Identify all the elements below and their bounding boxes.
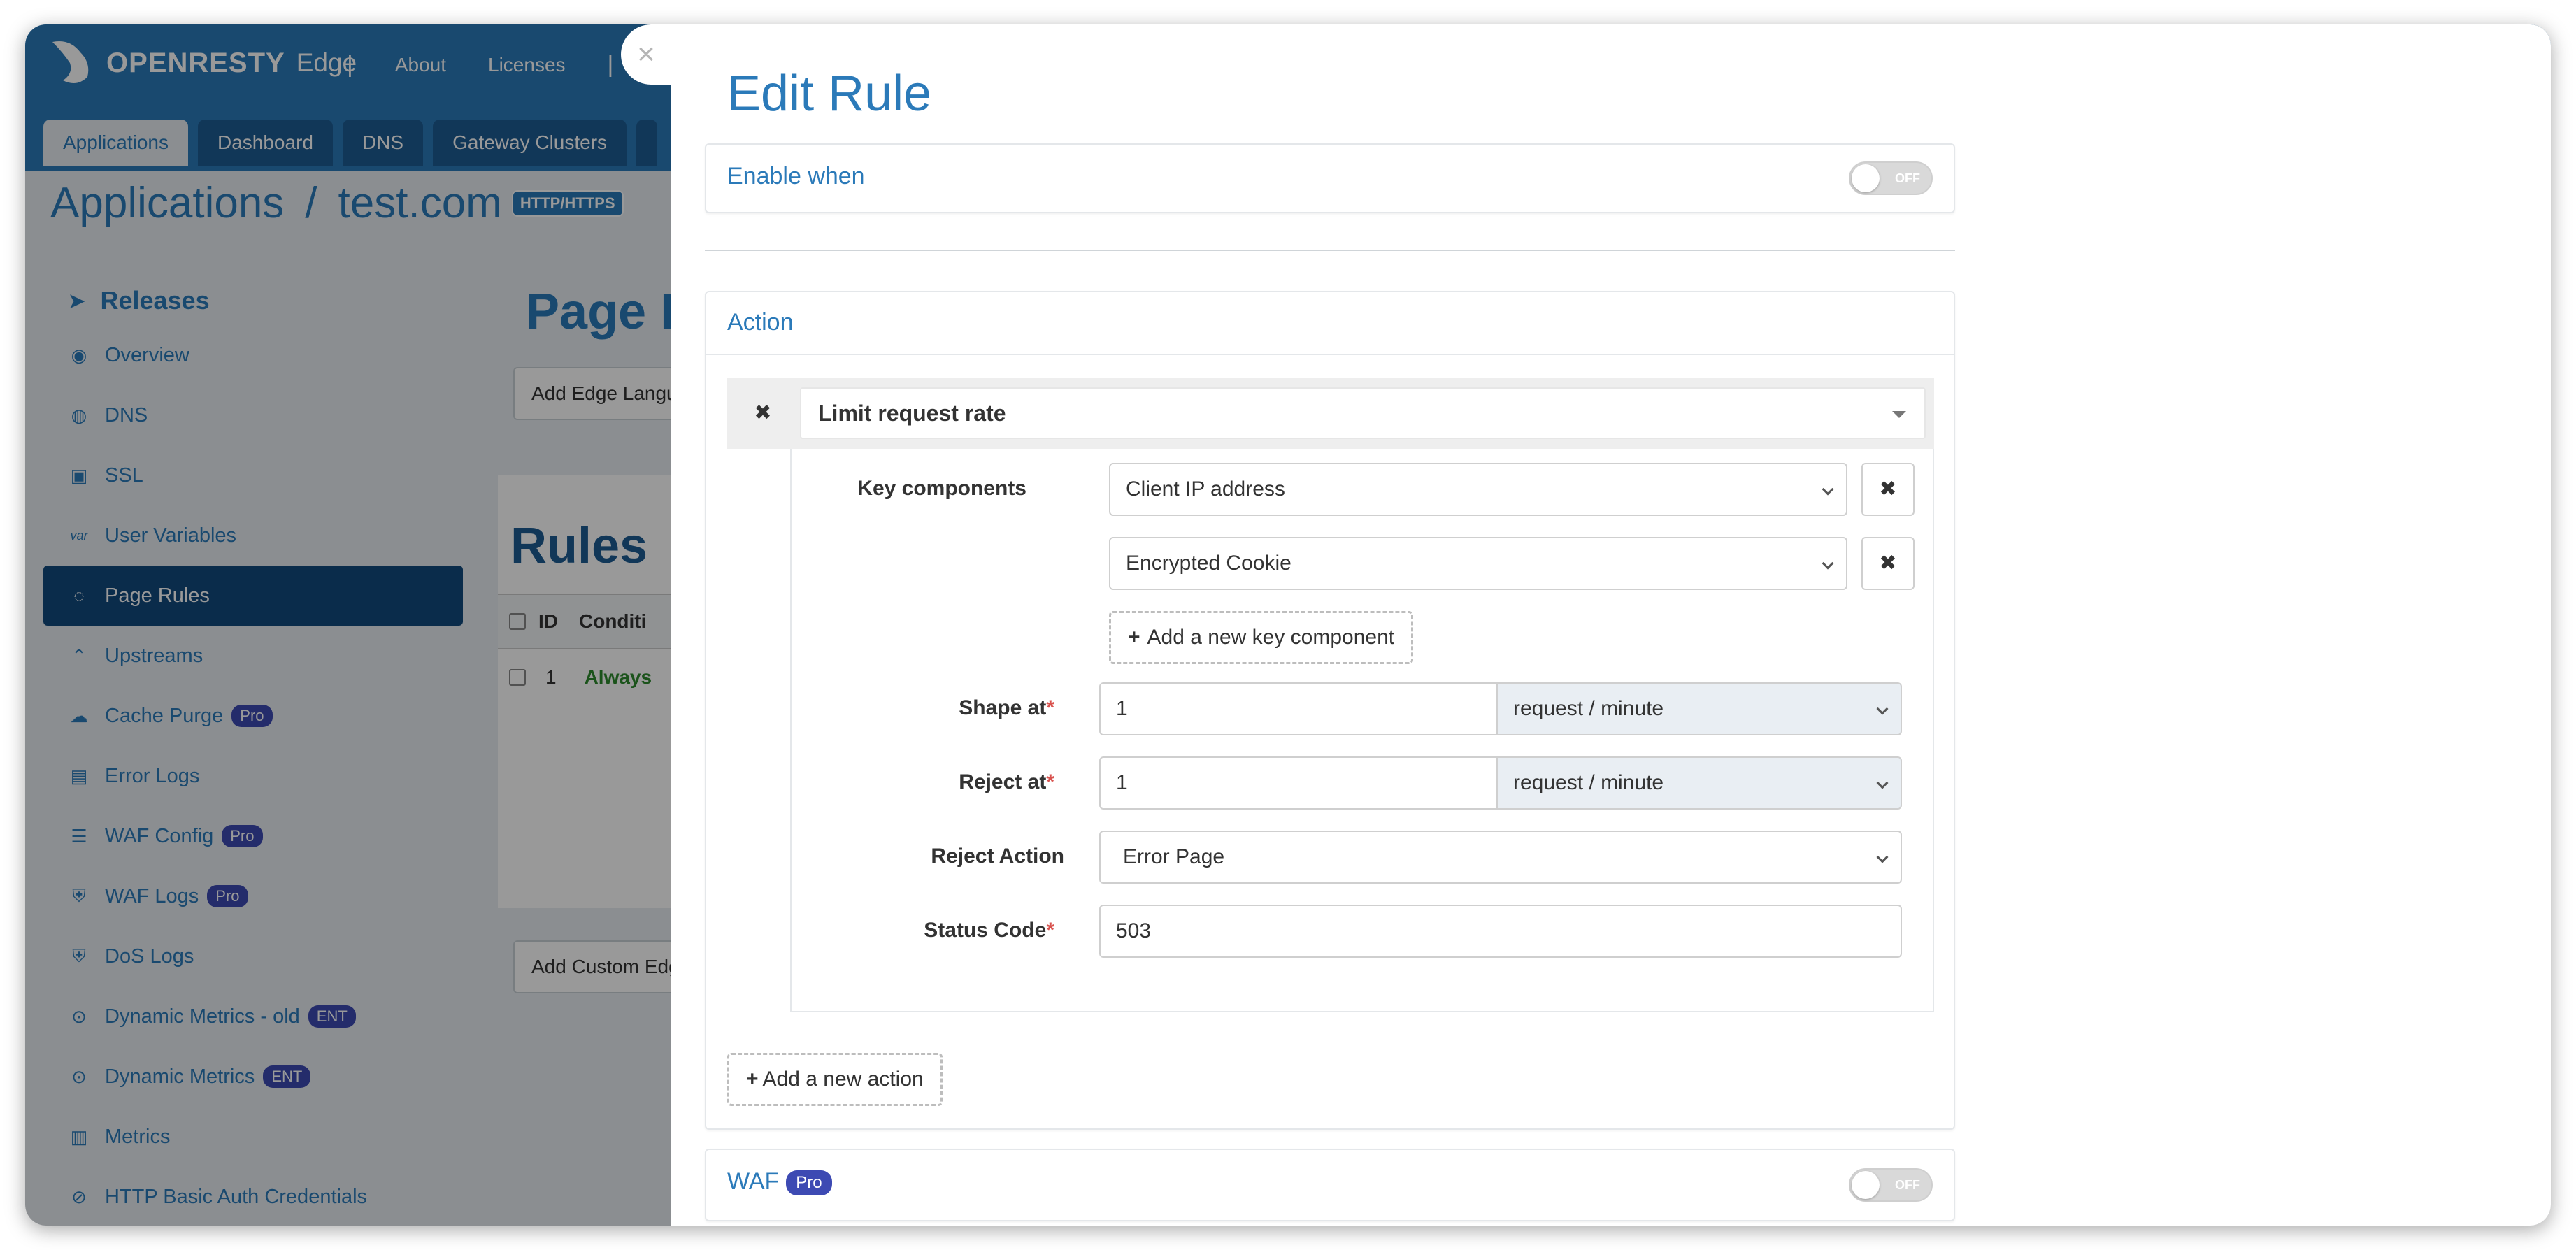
edit-rule-modal: × Edit Rule Enable when OFF Action ✖ Lim… xyxy=(621,24,2551,1226)
key-component-select-2[interactable]: Encrypted Cookie xyxy=(1109,537,1847,590)
plus-icon: + xyxy=(1128,626,1140,649)
reject-at-unit-select[interactable]: request / minute xyxy=(1496,756,1902,810)
key-component-select-1[interactable]: Client IP address xyxy=(1109,463,1847,516)
shape-at-unit-value: request / minute xyxy=(1513,697,1664,720)
chevron-down-icon xyxy=(1876,703,1889,715)
action-rule-row: ✖ Limit request rate xyxy=(727,378,1934,449)
add-action-label: Add a new action xyxy=(762,1068,924,1091)
browser-window: OPENRESTY Edge | About Licenses | Applic… xyxy=(25,24,2551,1226)
status-code-input[interactable]: 503 xyxy=(1099,905,1902,958)
waf-label: WAF Pro xyxy=(727,1168,832,1196)
reject-action-select[interactable]: Error Page xyxy=(1099,831,1902,884)
remove-key-component-button[interactable]: ✖ xyxy=(1861,537,1915,590)
shape-at-unit-select[interactable]: request / minute xyxy=(1496,682,1902,735)
action-card: Action ✖ Limit request rate Key componen… xyxy=(705,291,1955,1130)
action-divider xyxy=(706,354,1954,355)
key-component-value: Client IP address xyxy=(1126,477,1285,501)
remove-key-component-button[interactable]: ✖ xyxy=(1861,463,1915,516)
caret-down-icon xyxy=(1892,411,1906,418)
reject-action-value: Error Page xyxy=(1123,845,1225,868)
action-label: Action xyxy=(727,309,794,336)
action-type-value: Limit request rate xyxy=(818,401,1006,426)
divider xyxy=(705,250,1955,251)
chevron-down-icon xyxy=(1822,557,1834,570)
remove-action-icon[interactable]: ✖ xyxy=(727,378,799,449)
action-form: Key components Client IP address ✖ Encry… xyxy=(790,449,1934,1012)
reject-at-label: Reject at* xyxy=(959,770,1054,793)
add-key-component-button[interactable]: + Add a new key component xyxy=(1109,611,1414,664)
plus-icon: + xyxy=(746,1068,759,1091)
modal-title: Edit Rule xyxy=(727,66,932,122)
waf-toggle[interactable]: OFF xyxy=(1849,1168,1933,1202)
pro-badge: Pro xyxy=(786,1170,832,1196)
enable-when-label: Enable when xyxy=(727,163,865,189)
reject-at-unit-value: request / minute xyxy=(1513,771,1664,794)
action-type-select[interactable]: Limit request rate xyxy=(800,387,1926,439)
shape-at-input[interactable]: 1 xyxy=(1099,682,1498,735)
toggle-state: OFF xyxy=(1895,1178,1920,1192)
toggle-knob xyxy=(1852,164,1880,192)
enable-when-toggle[interactable]: OFF xyxy=(1849,161,1933,195)
waf-card: WAF Pro OFF xyxy=(705,1149,1955,1221)
add-key-component-label: Add a new key component xyxy=(1147,626,1395,649)
toggle-state: OFF xyxy=(1895,171,1920,185)
shape-at-label: Shape at* xyxy=(959,696,1054,719)
chevron-down-icon xyxy=(1822,483,1834,496)
reject-at-input[interactable]: 1 xyxy=(1099,756,1498,810)
chevron-down-icon xyxy=(1876,851,1889,863)
key-components-label: Key components xyxy=(857,477,1026,500)
reject-action-label: Reject Action xyxy=(931,845,1064,868)
add-action-button[interactable]: + Add a new action xyxy=(727,1053,943,1106)
enable-when-card: Enable when OFF xyxy=(705,143,1955,213)
key-component-value: Encrypted Cookie xyxy=(1126,552,1291,575)
status-code-label: Status Code* xyxy=(924,919,1054,942)
toggle-knob xyxy=(1852,1171,1880,1199)
chevron-down-icon xyxy=(1876,777,1889,789)
